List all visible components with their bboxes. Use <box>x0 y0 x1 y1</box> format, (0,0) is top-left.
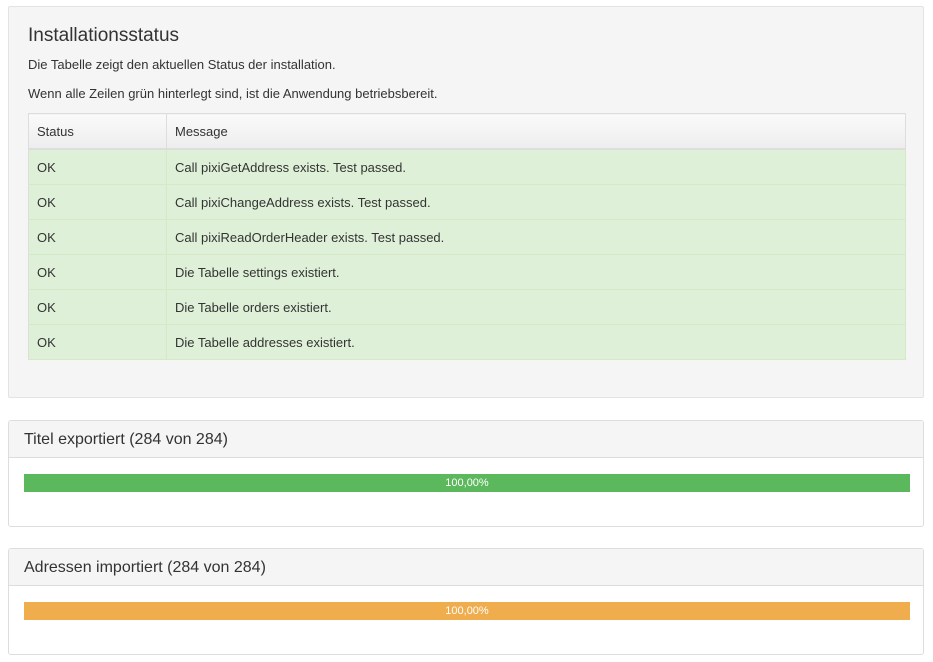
export-progress-bar: 100,00% <box>24 474 910 492</box>
row-message: Die Tabelle orders existiert. <box>166 289 906 325</box>
export-panel: Titel exportiert (284 von 284) 100,00% <box>8 420 924 527</box>
table-header-row: Status Message <box>28 113 906 150</box>
row-message: Call pixiReadOrderHeader exists. Test pa… <box>166 219 906 255</box>
row-status: OK <box>28 219 167 255</box>
table-row: OK Call pixiGetAddress exists. Test pass… <box>28 148 906 185</box>
row-status: OK <box>28 148 167 185</box>
status-table: Status Message OK Call pixiGetAddress ex… <box>28 113 906 360</box>
row-status: OK <box>28 184 167 220</box>
import-panel: Adressen importiert (284 von 284) 100,00… <box>8 548 924 655</box>
import-progress-bar: 100,00% <box>24 602 910 620</box>
export-progress: 100,00% <box>24 474 910 492</box>
table-row: OK Die Tabelle addresses existiert. <box>28 324 906 360</box>
row-message: Die Tabelle addresses existiert. <box>166 324 906 360</box>
row-message: Die Tabelle settings existiert. <box>166 254 906 290</box>
table-row: OK Die Tabelle orders existiert. <box>28 289 906 325</box>
installation-hint: Wenn alle Zeilen grün hinterlegt sind, i… <box>28 86 438 101</box>
export-panel-title: Titel exportiert (284 von 284) <box>9 421 923 458</box>
installation-status-title: Installationsstatus <box>28 25 180 46</box>
import-panel-title: Adressen importiert (284 von 284) <box>9 549 923 586</box>
table-row: OK Die Tabelle settings existiert. <box>28 254 906 290</box>
row-status: OK <box>28 289 167 325</box>
installation-description: Die Tabelle zeigt den aktuellen Status d… <box>28 57 336 72</box>
column-header-status: Status <box>28 113 167 150</box>
table-row: OK Call pixiReadOrderHeader exists. Test… <box>28 219 906 255</box>
row-status: OK <box>28 324 167 360</box>
import-progress: 100,00% <box>24 602 910 620</box>
row-status: OK <box>28 254 167 290</box>
row-message: Call pixiGetAddress exists. Test passed. <box>166 148 906 185</box>
column-header-message: Message <box>166 113 906 150</box>
table-row: OK Call pixiChangeAddress exists. Test p… <box>28 184 906 220</box>
installation-status-box: Installationsstatus Die Tabelle zeigt de… <box>8 6 924 398</box>
row-message: Call pixiChangeAddress exists. Test pass… <box>166 184 906 220</box>
